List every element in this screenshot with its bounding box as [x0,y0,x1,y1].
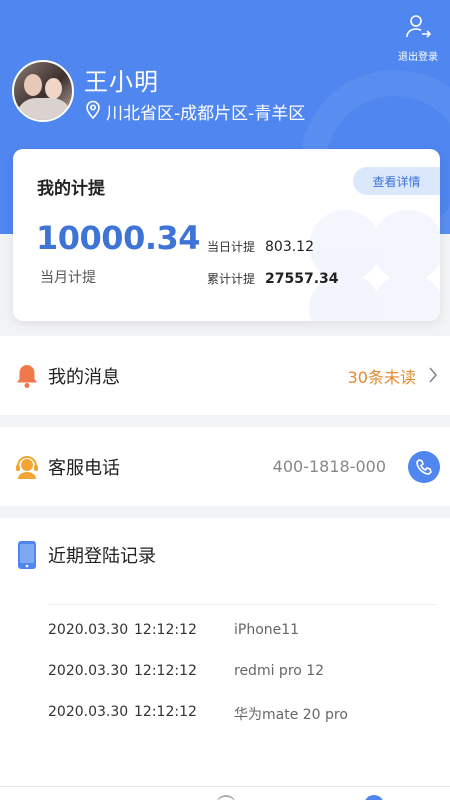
service-phone-row: 客服电话 400-1818-000 [0,427,450,506]
login-records-title: 近期登陆记录 [48,546,156,567]
logout-icon [404,15,432,44]
login-record-row: 2020.03.30 12:12:12 iPhone11 [48,622,299,638]
record-device: redmi pro 12 [234,663,325,679]
logout-button[interactable]: 退出登录 [396,12,440,63]
divider [48,604,436,605]
mobile-icon [14,541,40,569]
card-watermark-icon [309,210,440,321]
commission-card: 我的计提 查看详情 10000.34 当月计提 当日计提 803.12 累计计提… [13,149,440,321]
today-label: 当日计提 [207,240,256,254]
login-records-header: 近期登陆记录 [0,541,156,569]
chevron-right-icon [428,366,438,388]
user-name: 王小明 [84,68,159,96]
record-time: 12:12:12 [134,622,197,638]
total-commission: 累计计提 27557.34 [207,270,339,287]
location-text: 川北省区-成都片区-青羊区 [106,104,306,124]
record-date: 2020.03.30 [48,622,129,638]
card-title: 我的计提 [37,179,105,199]
headset-icon [14,454,40,480]
login-record-row: 2020.03.30 12:12:12 redmi pro 12 [48,663,324,679]
record-time: 12:12:12 [134,704,197,720]
unread-count: 30条未读 [347,367,416,387]
messages-title: 我的消息 [48,366,120,388]
messages-row[interactable]: 我的消息 30条未读 [0,336,450,415]
record-date: 2020.03.30 [48,663,129,679]
logout-label: 退出登录 [398,52,438,63]
profile-page: 退出登录 王小明 川北省区-成都片区-青羊区 我的计提 查看详情 10000.3… [0,0,450,800]
user-location: 川北省区-成都片区-青羊区 [84,99,305,124]
phone-call-button[interactable] [408,450,440,483]
record-date: 2020.03.30 [48,704,129,720]
total-label: 累计计提 [207,272,256,286]
today-value: 803.12 [265,239,314,255]
login-records-section: 近期登陆记录 2020.03.30 12:12:12 iPhone11 2020… [0,518,450,786]
avatar[interactable] [12,60,74,122]
location-pin-icon [84,99,102,124]
record-time: 12:12:12 [134,663,197,679]
phone-icon [416,458,432,475]
view-details-button[interactable]: 查看详情 [353,167,440,195]
record-device: iPhone11 [234,622,300,638]
record-device: 华为mate 20 pro [234,707,348,723]
tab-icon-active[interactable] [364,795,384,800]
month-label: 当月计提 [40,270,96,286]
total-value: 27557.34 [265,271,339,287]
bell-icon [14,363,40,389]
today-commission: 当日计提 803.12 [207,238,314,255]
service-phone-number: 400-1818-000 [272,457,386,476]
service-title: 客服电话 [48,457,120,479]
month-amount: 10000.34 [36,219,201,257]
tab-icon[interactable] [216,795,236,800]
login-record-row: 2020.03.30 12:12:12 华为mate 20 pro [48,704,348,724]
bottom-tab-bar [0,786,450,800]
